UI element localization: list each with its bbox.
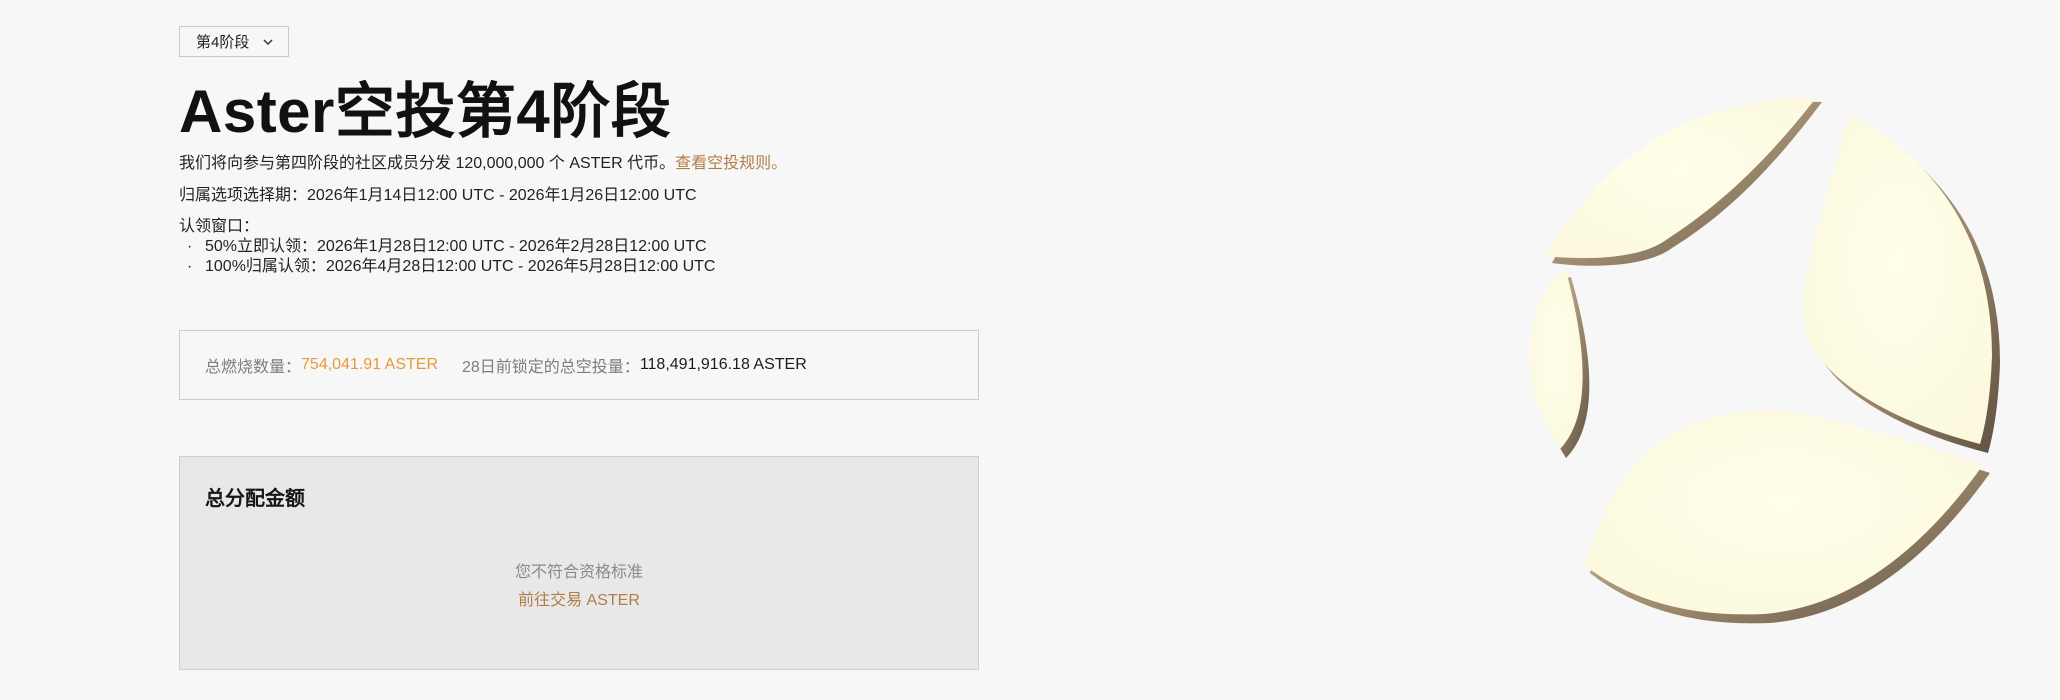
logo-segment-right [1802, 114, 2000, 453]
vesting-selection-period: 归属选项选择期：2026年1月14日12:00 UTC - 2026年1月26日… [179, 187, 697, 204]
claim-window-text: 50%立即认领：2026年1月28日12:00 UTC - 2026年2月28日… [205, 238, 707, 255]
chevron-down-icon [261, 35, 275, 49]
bullet: · [187, 238, 193, 255]
logo-segment-bottom [1584, 409, 1990, 624]
claim-window-item: · 100%归属认领：2026年4月28日12:00 UTC - 2026年5月2… [187, 257, 715, 277]
stats-panel: 总燃烧数量： 754,041.91 ASTER 28日前锁定的总空投量： 118… [179, 330, 979, 400]
burn-label: 总燃烧数量： [205, 359, 302, 376]
logo-segment-left [1529, 271, 1590, 458]
claim-window-label: 认领窗口： [179, 218, 260, 235]
claim-window-list: · 50%立即认领：2026年1月28日12:00 UTC - 2026年2月28… [187, 237, 715, 277]
logo-segment-top-left [1546, 97, 1822, 266]
claim-window-item: · 50%立即认领：2026年1月28日12:00 UTC - 2026年2月28… [187, 237, 715, 257]
airdrop-rules-link[interactable]: 查看空投规则。 [675, 155, 787, 172]
phase-selector[interactable]: 第4阶段 [179, 26, 289, 57]
allocation-title: 总分配金额 [205, 488, 305, 510]
burn-value: 754,041.91 ASTER [301, 356, 438, 373]
bullet: · [187, 258, 193, 275]
intro-description: 我们将向参与第四阶段的社区成员分发 120,000,000 个 ASTER 代币… [179, 155, 676, 172]
intro-text: 我们将向参与第四阶段的社区成员分发 120,000,000 个 ASTER 代币… [179, 154, 787, 174]
allocation-panel: 总分配金额 您不符合资格标准 前往交易 ASTER [179, 456, 979, 670]
page-title: Aster空投第4阶段 [179, 78, 672, 145]
claim-window-text: 100%归属认领：2026年4月28日12:00 UTC - 2026年5月28… [205, 258, 716, 275]
phase-selector-label: 第4阶段 [196, 34, 250, 51]
locked-value: 118,491,916.18 ASTER [639, 356, 807, 373]
eligibility-status: 您不符合资格标准 [514, 564, 643, 581]
locked-label: 28日前锁定的总空投量： [462, 359, 640, 376]
aster-logo [1440, 88, 2040, 688]
trade-aster-link[interactable]: 前往交易 ASTER [180, 586, 978, 610]
